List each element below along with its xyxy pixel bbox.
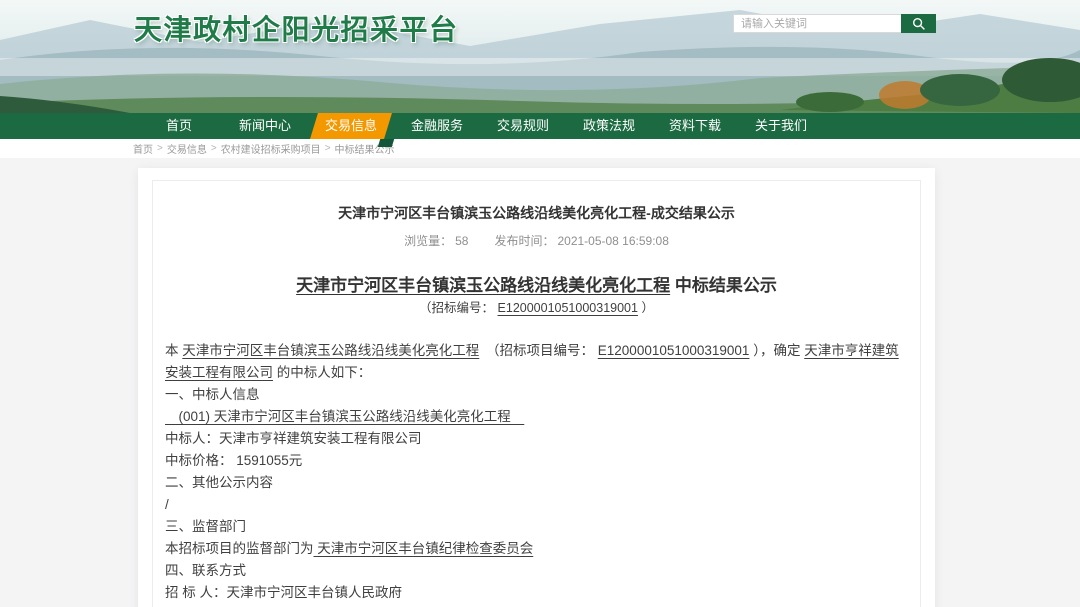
text-run: 中标价格： 1591055元 bbox=[165, 453, 302, 468]
underlined-text: 天津市宁河区丰台镇纪律检查委员会 bbox=[314, 541, 534, 556]
nav-item-trade-info[interactable]: 交易信息 bbox=[308, 113, 394, 139]
search-bar bbox=[733, 14, 936, 33]
article-line: 招 标 人：天津市宁河区丰台镇人民政府 bbox=[165, 582, 908, 604]
nav-item-downloads[interactable]: 资料下载 bbox=[652, 113, 738, 139]
publish-time-label: 发布时间： bbox=[494, 234, 554, 248]
text-run: 四、联系方式 bbox=[165, 563, 246, 578]
header-banner: 天津政村企阳光招采平台 bbox=[0, 0, 1080, 113]
nav-item-trade-rules[interactable]: 交易规则 bbox=[480, 113, 566, 139]
breadcrumb-separator: > bbox=[157, 143, 163, 154]
underlined-text: E1200001051000319001 bbox=[498, 301, 638, 315]
article-line: 本 天津市宁河区丰台镇滨玉公路线沿线美化亮化工程 （招标项目编号： E12000… bbox=[165, 340, 908, 384]
nav-item-label: 金融服务 bbox=[411, 118, 463, 133]
text-run: 本招标项目的监督部门为 bbox=[165, 541, 314, 556]
text-run: / bbox=[165, 497, 169, 512]
breadcrumb-item[interactable]: 农村建设招标采购项目 bbox=[221, 141, 321, 156]
nav-item-label: 资料下载 bbox=[669, 118, 721, 133]
article-title: 天津市宁河区丰台镇滨玉公路线沿线美化亮化工程-成交结果公示 bbox=[159, 203, 914, 223]
nav-item-news-center[interactable]: 新闻中心 bbox=[222, 113, 308, 139]
article-line: / bbox=[165, 494, 908, 516]
article-line: 中标价格： 1591055元 bbox=[165, 450, 908, 472]
nav-item-label: 新闻中心 bbox=[239, 118, 291, 133]
nav-item-policy-laws[interactable]: 政策法规 bbox=[566, 113, 652, 139]
search-button[interactable] bbox=[901, 14, 936, 33]
page: 天津政村企阳光招采平台 首页新闻中心交易信息金融服务交易规则政策法规资料下载关于… bbox=[0, 0, 1080, 158]
article-line: 四、联系方式 bbox=[165, 560, 908, 582]
nav-item-label: 交易规则 bbox=[497, 118, 549, 133]
text-run: 的中标人如下： bbox=[273, 365, 371, 380]
breadcrumb-separator: > bbox=[211, 143, 217, 154]
text-run: 本 bbox=[165, 343, 182, 358]
article-line: (001) 天津市宁河区丰台镇滨玉公路线沿线美化亮化工程 bbox=[165, 406, 908, 428]
text-run: （招标编号： bbox=[419, 301, 497, 315]
nav-item-label: 关于我们 bbox=[755, 118, 807, 133]
breadcrumb-separator: > bbox=[325, 143, 331, 154]
article-meta: 浏览量：58 发布时间：2021-05-08 16:59:08 bbox=[159, 232, 914, 249]
nav-item-label: 政策法规 bbox=[583, 118, 635, 133]
article-line: 三、监督部门 bbox=[165, 516, 908, 538]
search-input[interactable] bbox=[733, 14, 901, 33]
main-nav: 首页 新闻中心 交易信息 金融服务 交易规则 政策法规 资料下载 关于我们 bbox=[0, 113, 1080, 139]
search-icon bbox=[912, 17, 926, 31]
text-run: 三、监督部门 bbox=[165, 519, 246, 534]
article-line: （招标编号： E1200001051000319001 ） bbox=[165, 297, 908, 319]
nav-item-label: 交易信息 bbox=[325, 118, 377, 133]
article-body: 天津市宁河区丰台镇滨玉公路线沿线美化亮化工程 中标结果公示（招标编号： E120… bbox=[165, 275, 908, 607]
publish-time: 2021-05-08 16:59:08 bbox=[557, 234, 668, 248]
article-line: 一、中标人信息 bbox=[165, 384, 908, 406]
nav-item-about-us[interactable]: 关于我们 bbox=[738, 113, 824, 139]
text-run: ） bbox=[638, 301, 654, 315]
article-line: 中标人：天津市亨祥建筑安装工程有限公司 bbox=[165, 428, 908, 450]
underlined-text: (001) 天津市宁河区丰台镇滨玉公路线沿线美化亮化工程 bbox=[165, 409, 524, 424]
text-run: 一、中标人信息 bbox=[165, 387, 260, 402]
breadcrumb-item[interactable]: 交易信息 bbox=[167, 141, 207, 156]
views-count: 58 bbox=[455, 234, 468, 248]
text-run: （招标项目编号： bbox=[479, 343, 598, 358]
site-title: 天津政村企阳光招采平台 bbox=[134, 8, 459, 48]
nav-item-label: 首页 bbox=[166, 118, 192, 133]
underlined-text: 天津市宁河区丰台镇滨玉公路线沿线美化亮化工程 bbox=[182, 343, 479, 358]
text-run: 中标人：天津市亨祥建筑安装工程有限公司 bbox=[165, 431, 422, 446]
nav-item-financial-services[interactable]: 金融服务 bbox=[394, 113, 480, 139]
text-run: 中标结果公示 bbox=[670, 276, 777, 295]
article-line: 二、其他公示内容 bbox=[165, 472, 908, 494]
text-run: ），确定 bbox=[749, 343, 804, 358]
content-panel: 天津市宁河区丰台镇滨玉公路线沿线美化亮化工程-成交结果公示 浏览量：58 发布时间… bbox=[138, 168, 935, 607]
article-line: 本招标项目的监督部门为 天津市宁河区丰台镇纪律检查委员会 bbox=[165, 538, 908, 560]
text-run: 二、其他公示内容 bbox=[165, 475, 273, 490]
views-label: 浏览量： bbox=[404, 234, 452, 248]
breadcrumb: 首页>交易信息>农村建设招标采购项目>中标结果公示 bbox=[0, 139, 1080, 158]
text-run: 招 标 人：天津市宁河区丰台镇人民政府 bbox=[165, 585, 402, 600]
underlined-text: 天津市宁河区丰台镇滨玉公路线沿线美化亮化工程 bbox=[296, 276, 670, 295]
article-line: 天津市宁河区丰台镇滨玉公路线沿线美化亮化工程 中标结果公示 bbox=[165, 275, 908, 297]
breadcrumb-item[interactable]: 首页 bbox=[133, 141, 153, 156]
article-frame: 天津市宁河区丰台镇滨玉公路线沿线美化亮化工程-成交结果公示 浏览量：58 发布时间… bbox=[152, 180, 921, 607]
nav-item-home[interactable]: 首页 bbox=[136, 113, 222, 139]
underlined-text: E1200001051000319001 bbox=[598, 343, 750, 358]
